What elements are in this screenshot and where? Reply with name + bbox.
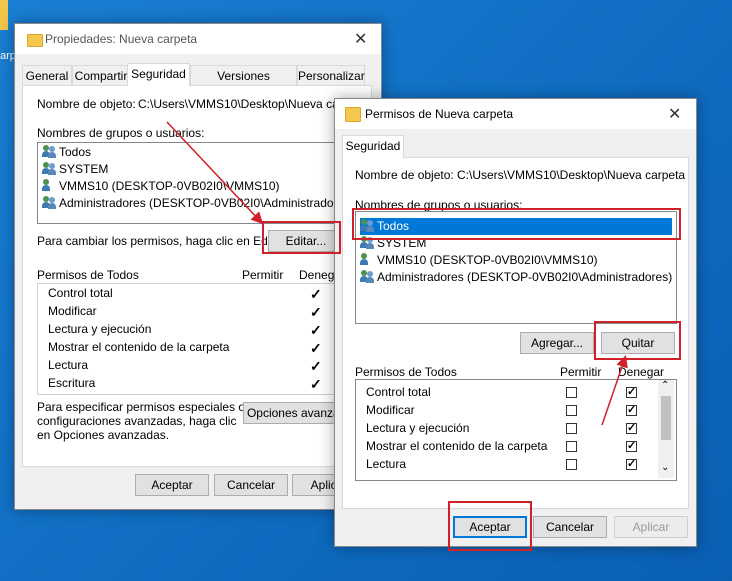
deny-check: ✓ bbox=[310, 340, 322, 356]
properties-window: Propiedades: Nueva carpeta ✕ General Com… bbox=[14, 23, 382, 510]
close-icon[interactable]: ✕ bbox=[354, 29, 367, 49]
special-text-line: Para especificar permisos especiales o bbox=[37, 400, 246, 414]
permission-label: Control total bbox=[366, 385, 431, 399]
properties-body: General Compartir Seguridad Versiones an… bbox=[15, 54, 381, 509]
user-name: VMMS10 (DESKTOP-0VB02I0\VMMS10) bbox=[377, 253, 598, 267]
allow-column-header: Permitir bbox=[560, 365, 602, 379]
permissions-list: Control total ✓ Modificar ✓ Lectura y ej… bbox=[37, 283, 371, 395]
highlight-remove-button bbox=[594, 321, 681, 360]
deny-checkbox[interactable] bbox=[626, 439, 637, 452]
permission-label: Lectura y ejecución bbox=[48, 322, 152, 336]
security-tabpage: Nombre de objeto: C:\Users\VMMS10\Deskto… bbox=[22, 85, 372, 467]
close-icon[interactable]: ✕ bbox=[668, 104, 681, 124]
add-button[interactable]: Agregar... bbox=[520, 332, 594, 354]
tab-seguridad[interactable]: Seguridad bbox=[127, 63, 190, 86]
permissions-scrollbar[interactable]: ⌃ ⌄ bbox=[658, 380, 674, 478]
permission-label: Lectura y ejecución bbox=[366, 421, 470, 435]
permissions-header: Permisos de Todos bbox=[37, 268, 139, 282]
permission-label: Lectura bbox=[48, 358, 89, 372]
deny-check: ✓ bbox=[310, 376, 322, 392]
list-item[interactable]: VMMS10 (DESKTOP-0VB02I0\VMMS10) bbox=[42, 178, 342, 195]
permission-label: Control total bbox=[48, 286, 113, 300]
permission-label: Modificar bbox=[48, 304, 97, 318]
user-name: SYSTEM bbox=[59, 162, 109, 176]
user-icon bbox=[42, 179, 56, 192]
folder-icon bbox=[345, 107, 361, 122]
deny-checkbox[interactable] bbox=[626, 421, 637, 434]
allow-checkbox[interactable] bbox=[566, 405, 577, 416]
user-name: Todos bbox=[59, 145, 92, 159]
change-permissions-text: Para cambiar los permisos, haga clic en … bbox=[37, 234, 288, 248]
list-item[interactable]: Todos bbox=[42, 144, 342, 161]
list-item[interactable]: SYSTEM bbox=[42, 161, 342, 178]
scroll-up-icon[interactable]: ⌃ bbox=[661, 380, 669, 391]
permission-label: Mostrar el contenido de la carpeta bbox=[48, 340, 230, 354]
scroll-thumb[interactable] bbox=[661, 396, 671, 440]
window-title: Permisos de Nueva carpeta bbox=[365, 107, 514, 121]
user-name: VMMS10 (DESKTOP-0VB02I0\VMMS10) bbox=[59, 179, 280, 193]
desktop-folder-icon[interactable] bbox=[0, 0, 8, 30]
cancel-button[interactable]: Cancelar bbox=[214, 474, 288, 496]
deny-check: ✓ bbox=[310, 286, 322, 302]
groups-label: Nombres de grupos o usuarios: bbox=[37, 126, 205, 140]
allow-checkbox[interactable] bbox=[566, 423, 577, 434]
object-name-label: Nombre de objeto: bbox=[355, 168, 454, 182]
object-name-value: C:\Users\VMMS10\Desktop\Nueva carpeta bbox=[457, 168, 686, 182]
apply-button: Aplicar bbox=[614, 516, 688, 538]
window-title: Propiedades: Nueva carpeta bbox=[45, 32, 198, 46]
users-listbox[interactable]: Todos SYSTEM VMMS10 (DESKTOP-0VB02I0\VMM… bbox=[37, 142, 354, 224]
deny-check: ✓ bbox=[310, 304, 322, 320]
object-name-label: Nombre de objeto: bbox=[37, 97, 136, 111]
permission-label: Escritura bbox=[48, 376, 96, 390]
ok-button[interactable]: Aceptar bbox=[135, 474, 209, 496]
special-text-line: configuraciones avanzadas, haga clic bbox=[37, 414, 237, 428]
highlight-selected-user bbox=[352, 208, 681, 240]
deny-check: ✓ bbox=[310, 358, 322, 374]
permission-label: Modificar bbox=[366, 403, 415, 417]
tab-general[interactable]: General bbox=[22, 65, 72, 86]
group-icon bbox=[42, 145, 56, 158]
deny-column-header: Denegar bbox=[618, 365, 665, 379]
list-item[interactable]: VMMS10 (DESKTOP-0VB02I0\VMMS10) bbox=[360, 252, 672, 269]
deny-checkbox[interactable] bbox=[626, 457, 637, 470]
permission-label: Mostrar el contenido de la carpeta bbox=[366, 439, 548, 453]
properties-titlebar[interactable]: Propiedades: Nueva carpeta ✕ bbox=[15, 24, 381, 54]
list-item[interactable]: Administradores (DESKTOP-0VB02I0\Adminis… bbox=[360, 269, 672, 286]
user-name: Administradores (DESKTOP-0VB02I0\Adminis… bbox=[59, 196, 355, 210]
deny-check: ✓ bbox=[310, 322, 322, 338]
allow-column-header: Permitir bbox=[242, 268, 284, 282]
tab-personalizar[interactable]: Personalizar bbox=[297, 65, 365, 86]
user-name: Administradores (DESKTOP-0VB02I0\Adminis… bbox=[377, 270, 673, 284]
user-icon bbox=[360, 253, 374, 266]
tab-versiones-anteriores[interactable]: Versiones anteriores bbox=[190, 65, 297, 103]
permissions-list: Control total Modificar Lectura y ejecuc… bbox=[355, 379, 677, 481]
group-icon bbox=[42, 162, 56, 175]
allow-checkbox[interactable] bbox=[566, 441, 577, 452]
highlight-ok-button bbox=[448, 501, 532, 551]
allow-checkbox[interactable] bbox=[566, 459, 577, 470]
highlight-edit-button bbox=[262, 221, 341, 254]
tab-seguridad[interactable]: Seguridad bbox=[342, 135, 404, 158]
permissions-titlebar[interactable]: Permisos de Nueva carpeta ✕ bbox=[335, 99, 696, 129]
desktop-icon-label[interactable]: arpe bbox=[0, 50, 14, 62]
group-icon bbox=[42, 196, 56, 209]
special-text-line: en Opciones avanzadas. bbox=[37, 428, 170, 442]
folder-icon bbox=[27, 34, 43, 47]
deny-checkbox[interactable] bbox=[626, 403, 637, 416]
tab-compartir[interactable]: Compartir bbox=[72, 65, 130, 86]
deny-checkbox[interactable] bbox=[626, 385, 637, 398]
permission-label: Lectura bbox=[366, 457, 407, 471]
cancel-button[interactable]: Cancelar bbox=[533, 516, 607, 538]
allow-checkbox[interactable] bbox=[566, 387, 577, 398]
group-icon bbox=[360, 270, 374, 283]
list-item[interactable]: Administradores (DESKTOP-0VB02I0\Adminis… bbox=[42, 195, 354, 212]
scroll-down-icon[interactable]: ⌄ bbox=[661, 462, 669, 473]
permissions-header: Permisos de Todos bbox=[355, 365, 457, 379]
